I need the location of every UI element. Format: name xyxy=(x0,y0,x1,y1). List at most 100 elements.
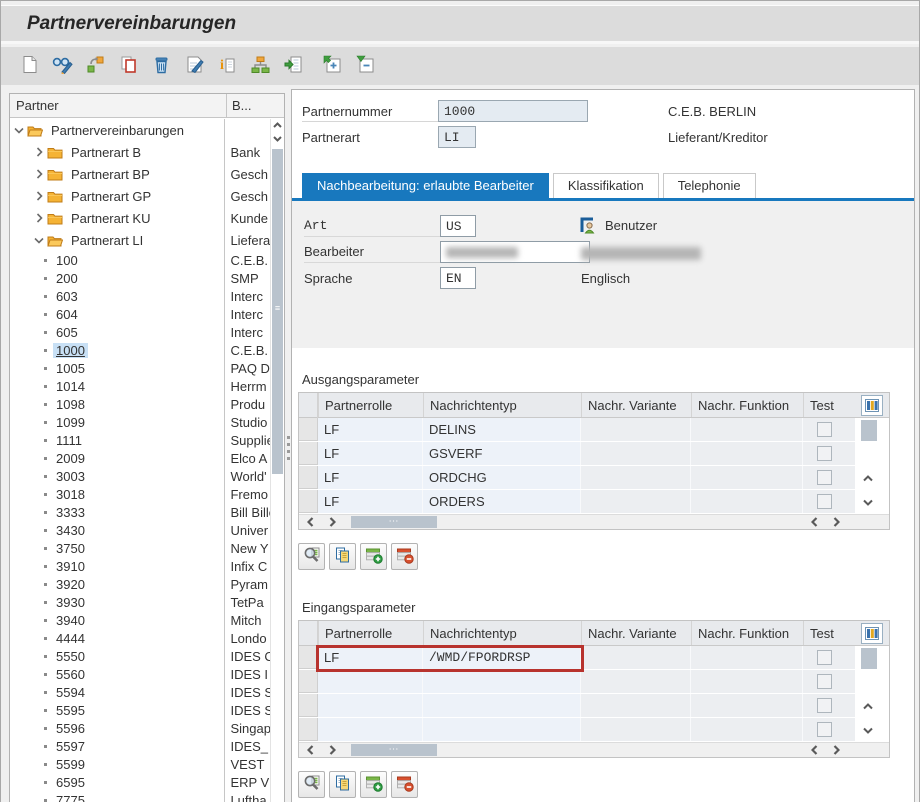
page-right-icon[interactable] xyxy=(825,517,847,527)
test-checkbox[interactable] xyxy=(817,494,832,509)
row-selector[interactable] xyxy=(299,670,318,693)
table-scrollbar-thumb[interactable] xyxy=(861,648,877,669)
tree-item-label[interactable]: 1000 xyxy=(53,343,88,358)
cell-nachr-variante[interactable] xyxy=(581,418,691,441)
tree-item-label[interactable]: 605 xyxy=(53,325,81,340)
cell-nachr-variante[interactable] xyxy=(581,490,691,513)
scroll-down-icon[interactable] xyxy=(271,132,284,145)
table-corner-cell[interactable] xyxy=(299,621,318,646)
cell-nachr-funktion[interactable] xyxy=(691,418,803,441)
expand-node-icon[interactable] xyxy=(34,147,44,157)
collapse-node-icon[interactable] xyxy=(34,237,44,244)
expand-node-icon[interactable] xyxy=(34,213,44,223)
scroll-down-icon[interactable] xyxy=(863,722,873,737)
tree-item-label[interactable]: 7775 xyxy=(53,793,88,802)
column-header-nf[interactable]: Nachr. Funktion xyxy=(691,393,803,417)
hscroll-right-icon[interactable] xyxy=(321,745,343,755)
toolbar-assign-partner-button[interactable] xyxy=(81,52,109,80)
tree-item-label[interactable]: 5594 xyxy=(53,685,88,700)
toolbar-collapse-all-button[interactable] xyxy=(351,52,379,80)
tree-item-label[interactable]: 3430 xyxy=(53,523,88,538)
scroll-down-icon[interactable] xyxy=(863,494,873,509)
tree-item-label[interactable]: Partnerart LI xyxy=(68,233,146,248)
row-selector[interactable] xyxy=(299,694,318,717)
copy-row-button[interactable] xyxy=(329,771,356,798)
toolbar-copy-button[interactable] xyxy=(114,52,142,80)
page-right-icon[interactable] xyxy=(825,745,847,755)
row-selector[interactable] xyxy=(299,418,318,441)
row-selector[interactable] xyxy=(299,718,318,741)
cell-nachrichtentyp[interactable]: GSVERF xyxy=(423,442,581,465)
tree-vertical-scrollbar[interactable]: ≡ xyxy=(270,119,284,802)
tree-item-label[interactable]: 2009 xyxy=(53,451,88,466)
toolbar-info-document-button[interactable]: i xyxy=(213,52,241,80)
cell-nachr-variante[interactable] xyxy=(581,442,691,465)
cell-nachr-variante[interactable] xyxy=(581,466,691,489)
cell-partnerrolle[interactable]: LF xyxy=(318,442,423,465)
cell-nachr-variante[interactable] xyxy=(581,694,691,717)
hscroll-left-icon[interactable] xyxy=(299,745,321,755)
row-selector[interactable] xyxy=(299,466,318,489)
partnerart-field[interactable]: LI xyxy=(438,126,476,148)
column-header-nv[interactable]: Nachr. Variante xyxy=(581,393,691,417)
cell-nachrichtentyp[interactable] xyxy=(423,694,581,717)
tree-item-label[interactable]: 4444 xyxy=(53,631,88,646)
scroll-up-icon[interactable] xyxy=(863,698,873,713)
test-checkbox[interactable] xyxy=(817,470,832,485)
cell-nachrichtentyp[interactable]: ORDERS xyxy=(423,490,581,513)
tree-item-label[interactable]: 1111 xyxy=(53,433,85,448)
test-checkbox[interactable] xyxy=(817,698,832,713)
row-selector[interactable] xyxy=(299,646,318,669)
test-checkbox[interactable] xyxy=(817,422,832,437)
cell-partnerrolle[interactable]: LF xyxy=(318,466,423,489)
test-checkbox[interactable] xyxy=(817,446,832,461)
cell-partnerrolle[interactable] xyxy=(318,670,423,693)
cell-nachr-funktion[interactable] xyxy=(691,646,803,669)
row-selector[interactable] xyxy=(299,490,318,513)
column-header-test[interactable]: Test xyxy=(803,621,855,645)
partnernummer-field[interactable]: 1000 xyxy=(438,100,588,122)
cell-nachrichtentyp[interactable] xyxy=(423,718,581,741)
cell-nachrichtentyp[interactable]: ORDCHG xyxy=(423,466,581,489)
column-header-nt[interactable]: Nachrichtentyp xyxy=(423,621,581,645)
test-checkbox[interactable] xyxy=(817,650,832,665)
column-header-test[interactable]: Test xyxy=(803,393,855,417)
tree-item-label[interactable]: Partnerart KU xyxy=(68,211,153,226)
tree-item-label[interactable]: 603 xyxy=(53,289,81,304)
cell-partnerrolle[interactable]: LF xyxy=(318,490,423,513)
tab-telephonie[interactable]: Telephonie xyxy=(663,173,756,198)
tree-item-label[interactable]: 3930 xyxy=(53,595,88,610)
cell-partnerrolle[interactable] xyxy=(318,718,423,741)
tree-item-label[interactable]: 3940 xyxy=(53,613,88,628)
column-header-nt[interactable]: Nachrichtentyp xyxy=(423,393,581,417)
detail-search-button[interactable] xyxy=(298,543,325,570)
tree-item-label[interactable]: 6595 xyxy=(53,775,88,790)
cell-nachr-funktion[interactable] xyxy=(691,718,803,741)
art-field[interactable]: US xyxy=(440,215,476,237)
column-config-button[interactable] xyxy=(861,623,883,644)
table-scrollbar-thumb[interactable] xyxy=(861,420,877,441)
hscroll-right-icon[interactable] xyxy=(321,517,343,527)
toolbar-edit-document-button[interactable] xyxy=(180,52,208,80)
page-left-icon[interactable] xyxy=(803,745,825,755)
row-selector[interactable] xyxy=(299,442,318,465)
tree-item-label[interactable]: 3750 xyxy=(53,541,88,556)
expand-node-icon[interactable] xyxy=(34,169,44,179)
tree-item-label[interactable]: 5596 xyxy=(53,721,88,736)
cell-nachr-funktion[interactable] xyxy=(691,442,803,465)
tree-item-label[interactable]: 3920 xyxy=(53,577,88,592)
tree-item-label[interactable]: Partnerart B xyxy=(68,145,144,160)
cell-nachr-funktion[interactable] xyxy=(691,670,803,693)
toolbar-hierarchy-button[interactable] xyxy=(246,52,274,80)
scroll-up-icon[interactable] xyxy=(863,470,873,485)
tree-scrollbar-thumb[interactable]: ≡ xyxy=(272,149,283,474)
tree-item-label[interactable]: Partnerart GP xyxy=(68,189,154,204)
column-header-pr[interactable]: Partnerrolle xyxy=(318,621,423,645)
hscroll-thumb[interactable]: ⋯ xyxy=(351,516,437,528)
tree-item-label[interactable]: 200 xyxy=(53,271,81,286)
bearbeiter-field[interactable] xyxy=(440,241,590,263)
cell-nachr-funktion[interactable] xyxy=(691,694,803,717)
expand-node-icon[interactable] xyxy=(34,191,44,201)
tree-item-label[interactable]: 100 xyxy=(53,253,81,268)
cell-nachr-funktion[interactable] xyxy=(691,466,803,489)
